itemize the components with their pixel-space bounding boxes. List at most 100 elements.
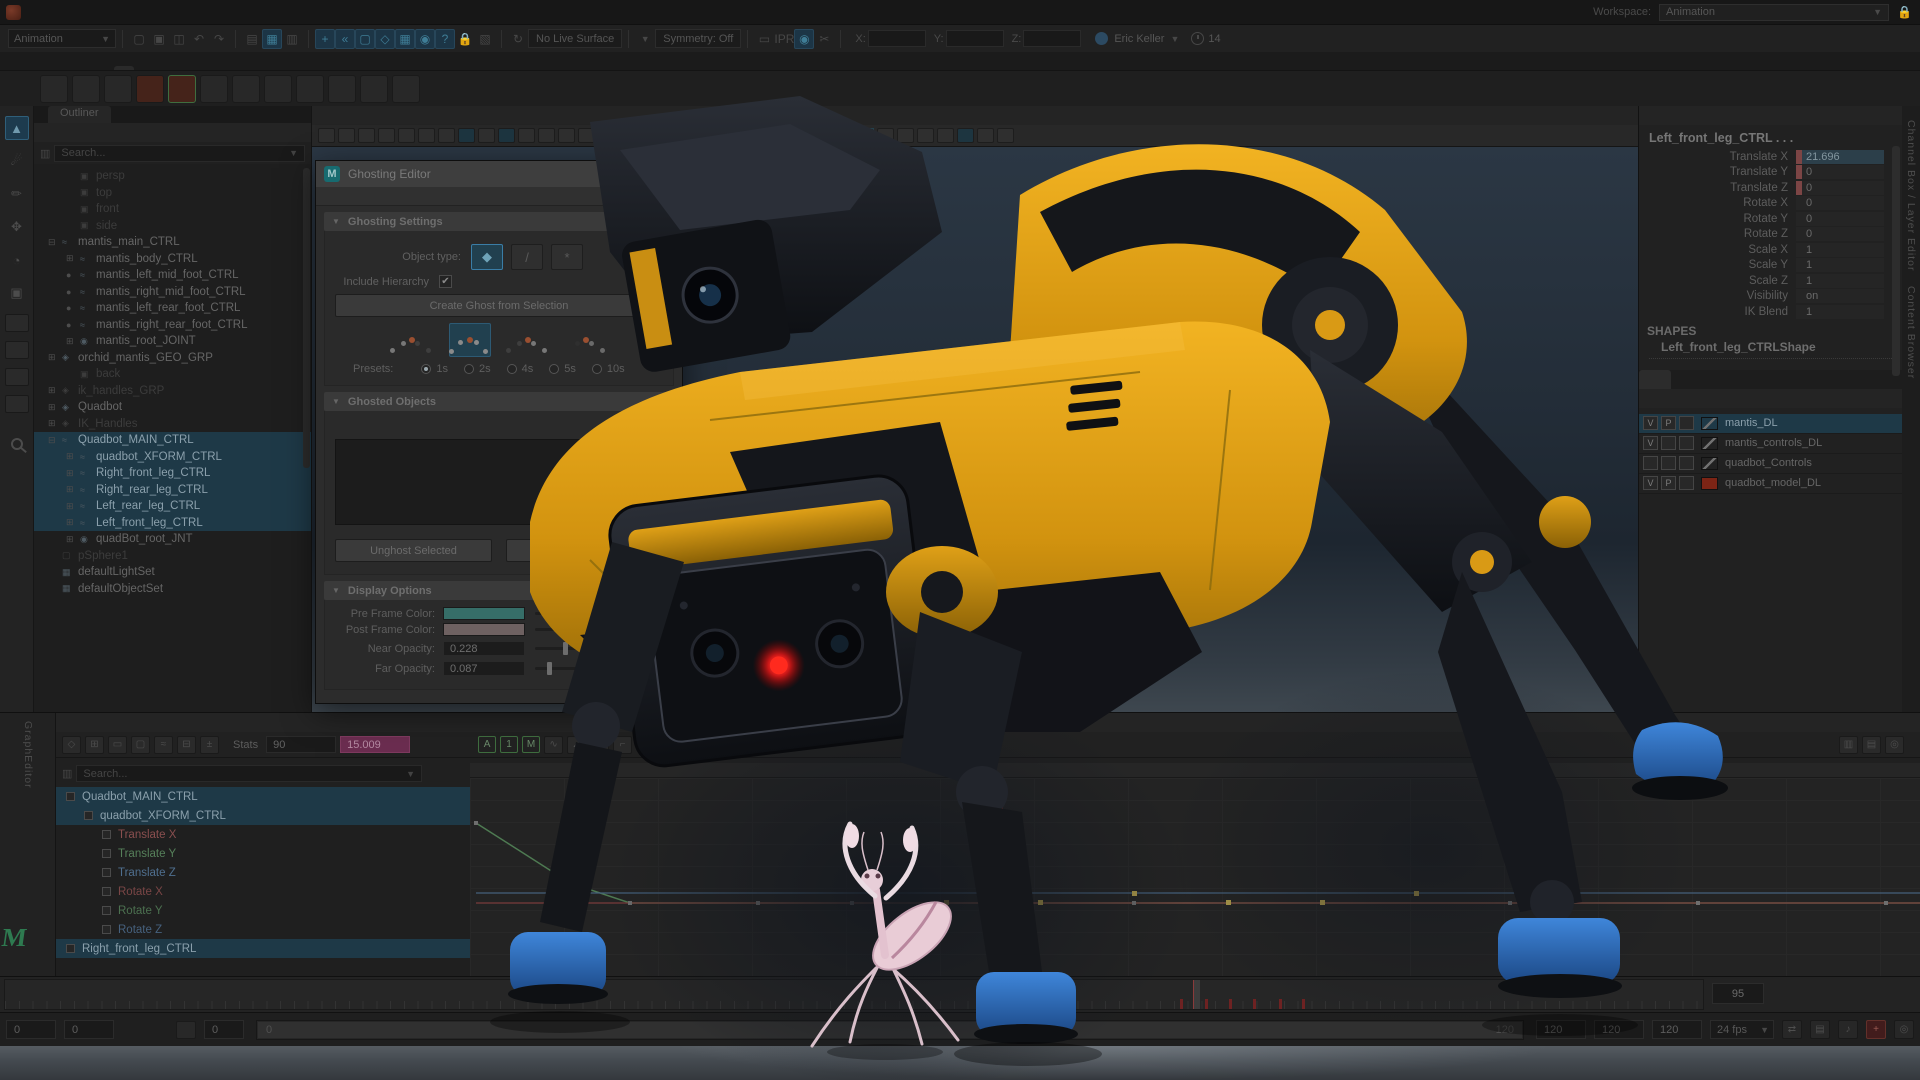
outliner-item[interactable]: ⊞ ◈ Quadbot xyxy=(34,399,311,416)
graph-search-input[interactable]: Search... ▼ xyxy=(76,765,422,782)
object-type-joint-button[interactable]: / xyxy=(511,244,543,270)
graph-tree-item[interactable]: Rotate Z xyxy=(56,920,470,939)
attribute-checkbox[interactable] xyxy=(102,925,111,934)
channel-row[interactable]: Visibility on xyxy=(1639,289,1902,305)
render-view-icon[interactable]: ✂ xyxy=(814,29,834,49)
stats-value-field[interactable]: 15.009 xyxy=(340,736,410,753)
shape-name[interactable]: Left_front_leg_CTRLShape xyxy=(1639,338,1902,354)
channel-row[interactable]: Scale Y 1 xyxy=(1639,258,1902,274)
layer-display-type-toggle[interactable] xyxy=(1679,456,1694,470)
outliner-item[interactable]: ▣ front xyxy=(34,201,311,218)
far-opacity-slider[interactable] xyxy=(535,667,667,670)
graph-tree-item[interactable]: Translate Z xyxy=(56,863,470,882)
snap-to-curve-icon[interactable]: « xyxy=(335,29,355,49)
outliner-item[interactable]: ⊞ ≈ Left_rear_leg_CTRL xyxy=(34,498,311,515)
panel-splitter[interactable] xyxy=(1649,358,1892,366)
expand-toggle-icon[interactable]: ⊞ xyxy=(66,517,80,528)
graph-tree-item[interactable]: Translate Y xyxy=(56,844,470,863)
construction-history-icon[interactable]: ↻ xyxy=(508,29,528,49)
new-scene-icon[interactable]: ▢ xyxy=(129,29,149,49)
pin-channel-icon[interactable]: ◎ xyxy=(1885,736,1904,754)
channel-row[interactable]: Rotate X 0 xyxy=(1639,196,1902,212)
ghosted-objects-list[interactable] xyxy=(335,439,663,525)
motion-blur-toggle-icon[interactable] xyxy=(937,128,954,143)
outliner-item[interactable]: ▣ side xyxy=(34,218,311,235)
spline-tangent-icon[interactable]: ∿ xyxy=(544,736,563,754)
content-browser-sidebar-tab[interactable]: Content Browser xyxy=(1905,286,1917,379)
expand-toggle-icon[interactable]: ⊞ xyxy=(66,253,80,264)
layer-color-swatch[interactable] xyxy=(1701,437,1718,450)
snap-to-point-icon[interactable]: ▢ xyxy=(355,29,375,49)
preset-radio[interactable]: 10s xyxy=(592,363,625,375)
pre-frame-slider[interactable] xyxy=(535,612,667,615)
layer-color-swatch[interactable] xyxy=(1701,457,1718,470)
linear-tangent-icon[interactable]: ⊿ xyxy=(567,736,586,754)
region-tool-icon[interactable]: ▢ xyxy=(131,736,150,754)
playback-button[interactable] xyxy=(1821,982,1838,1004)
layer-display-type-toggle[interactable] xyxy=(1679,436,1694,450)
layer-display-type-toggle[interactable] xyxy=(1679,476,1694,490)
channel-value-field[interactable]: on xyxy=(1796,289,1884,303)
post-frame-color-swatch[interactable] xyxy=(443,623,524,636)
animation-curves[interactable] xyxy=(470,763,1920,963)
snap-to-plane-icon[interactable]: ◇ xyxy=(375,29,395,49)
channel-value-field[interactable]: 21.696 xyxy=(1796,150,1884,164)
stats-frame-field[interactable]: 90 xyxy=(266,736,336,753)
select-by-component-icon[interactable]: ▥ xyxy=(282,29,302,49)
outliner-item[interactable]: ⊞ ◉ mantis_root_JOINT xyxy=(34,333,311,350)
layout-single-pane-button[interactable] xyxy=(5,314,29,332)
outliner-item[interactable]: ● ≈ mantis_right_rear_foot_CTRL xyxy=(34,317,311,334)
expand-toggle-icon[interactable]: ● xyxy=(66,270,80,280)
shelf-icon[interactable] xyxy=(296,75,324,103)
attribute-checkbox[interactable] xyxy=(66,792,75,801)
live-surface-field[interactable]: No Live Surface xyxy=(528,29,622,48)
expand-toggle-icon[interactable]: ⊟ xyxy=(48,237,62,248)
shelf-icon[interactable] xyxy=(328,75,356,103)
safe-action-icon[interactable] xyxy=(558,128,575,143)
expand-toggle-icon[interactable]: ● xyxy=(66,303,80,313)
expand-toggle-icon[interactable]: ⊞ xyxy=(66,451,80,462)
paint-select-tool-icon[interactable]: ✏ xyxy=(5,182,29,206)
outliner-item[interactable]: ● ≈ mantis_left_rear_foot_CTRL xyxy=(34,300,311,317)
outliner-item[interactable]: ⊞ ≈ Right_rear_leg_CTRL xyxy=(34,482,311,499)
value-snap-icon[interactable]: ▤ xyxy=(1862,736,1881,754)
playback-button[interactable] xyxy=(1840,982,1857,1004)
lock-icon[interactable]: 🔒 xyxy=(1897,5,1912,19)
channel-value-field[interactable]: 0 xyxy=(1796,196,1884,210)
channel-row[interactable]: Scale Z 1 xyxy=(1639,273,1902,289)
expand-toggle-icon[interactable]: ⊞ xyxy=(48,418,62,429)
shelf-icon[interactable] xyxy=(200,75,228,103)
outliner-item[interactable]: ⊞ ◈ ik_handles_GRP xyxy=(34,383,311,400)
layer-playback-toggle[interactable]: P xyxy=(1661,476,1676,490)
expand-toggle-icon[interactable]: ⊞ xyxy=(66,484,80,495)
current-time-marker[interactable] xyxy=(1002,778,1003,977)
redo-icon[interactable]: ↷ xyxy=(209,29,229,49)
expand-toggle-icon[interactable]: ⊞ xyxy=(48,402,62,413)
attribute-checkbox[interactable] xyxy=(84,811,93,820)
expand-toggle-icon[interactable]: ⊞ xyxy=(66,468,80,479)
texture-toggle-icon[interactable] xyxy=(997,128,1014,143)
channel-value-field[interactable]: 1 xyxy=(1796,243,1884,257)
playback-button[interactable] xyxy=(1802,982,1819,1004)
ghost-direction-before-button[interactable] xyxy=(391,323,433,357)
layer-playback-toggle[interactable]: P xyxy=(1661,416,1676,430)
display-options-header[interactable]: ▼ Display Options xyxy=(324,581,674,600)
outliner-item[interactable]: ⊞ ≈ Right_front_leg_CTRL xyxy=(34,465,311,482)
animation-end-field[interactable]: 120 xyxy=(1594,1020,1644,1039)
workspace-select[interactable]: Animation▼ xyxy=(1659,4,1889,21)
outliner-item[interactable]: ▦ defaultLightSet xyxy=(34,564,311,581)
expand-toggle-icon[interactable]: ⊞ xyxy=(48,352,62,363)
close-button[interactable]: × xyxy=(668,168,674,181)
lighting-toggle-icon[interactable] xyxy=(877,128,894,143)
expand-toggle-icon[interactable]: ⊞ xyxy=(66,501,80,512)
outliner-item[interactable]: ⊞ ≈ quadbot_XFORM_CTRL xyxy=(34,449,311,466)
shelf-icon[interactable] xyxy=(72,75,100,103)
gate-mask-icon[interactable] xyxy=(518,128,535,143)
preset-radio[interactable]: 4s xyxy=(507,363,534,375)
x-input[interactable] xyxy=(868,30,926,47)
frame-all-icon[interactable]: ⊟ xyxy=(177,736,196,754)
layout-persp-outliner-button[interactable] xyxy=(5,368,29,386)
retime-tool-icon[interactable]: ≈ xyxy=(154,736,173,754)
time-snap-icon[interactable]: ▥ xyxy=(1839,736,1858,754)
layer-playback-toggle[interactable] xyxy=(1661,456,1676,470)
